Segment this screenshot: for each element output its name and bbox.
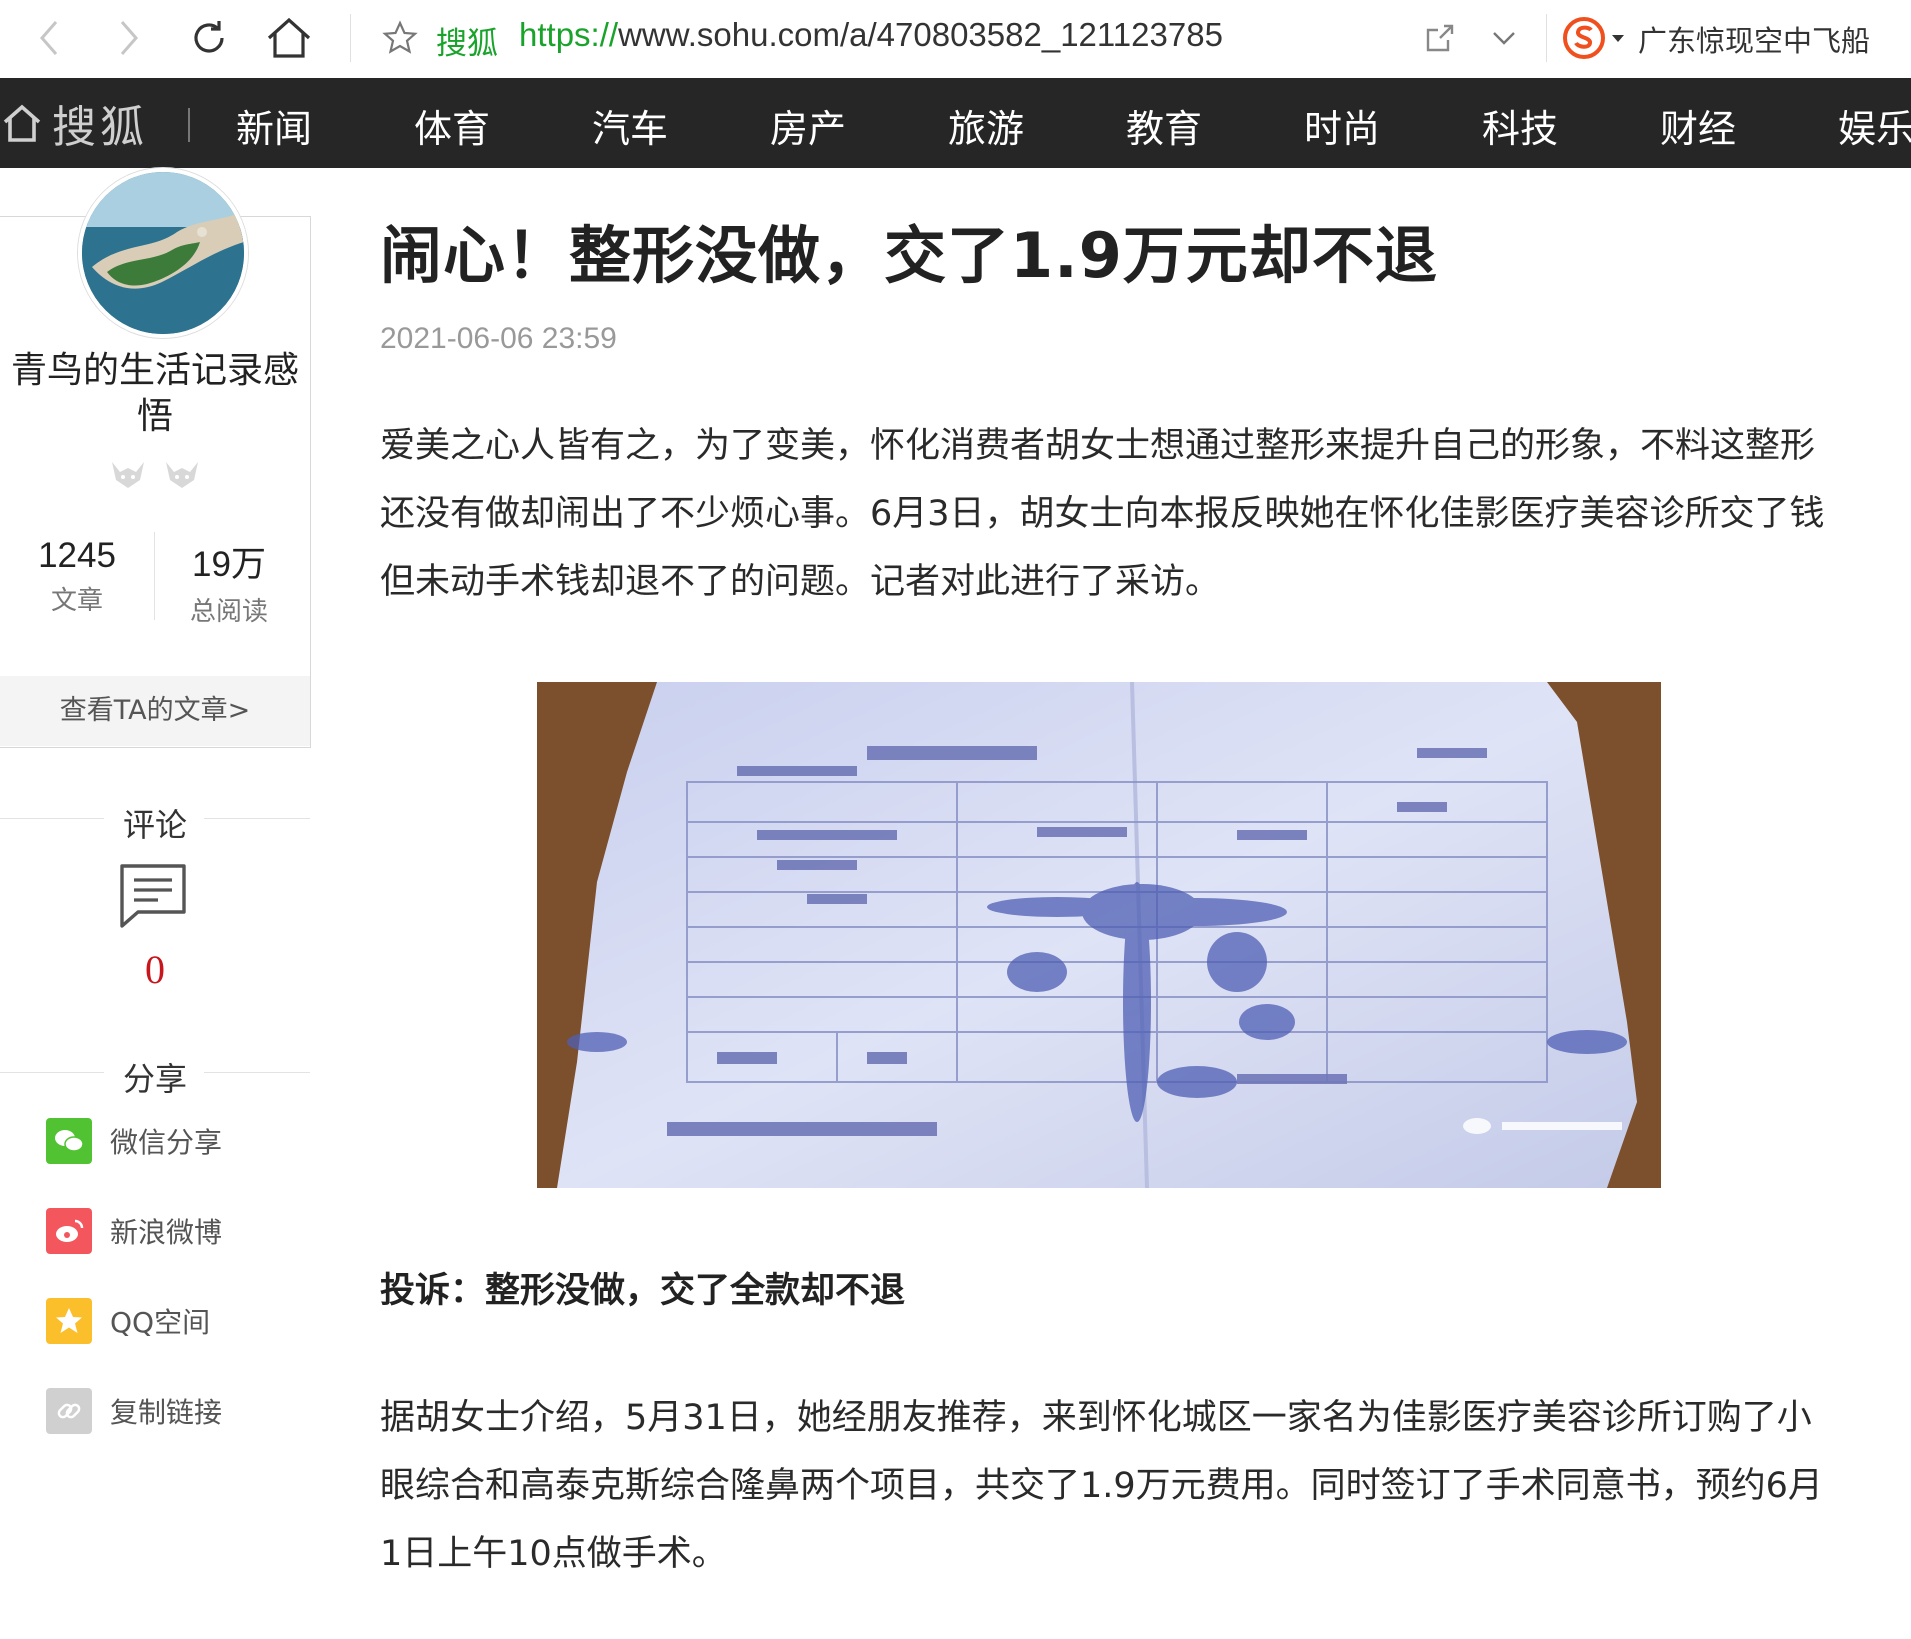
copy-link-label: 复制链接 — [110, 1396, 223, 1429]
home-icon — [267, 17, 311, 58]
comment-count: 0 — [145, 947, 165, 992]
avatar-image — [82, 172, 244, 334]
reload-icon — [194, 21, 224, 53]
article-paragraph: 据胡女士介绍，5月31日，她经朋友推荐，来到怀化城区一家名为佳影医疗美容诊所订购… — [380, 1398, 1823, 1574]
address-site-name: 搜狐 — [436, 26, 498, 62]
search-engine-selector[interactable] — [1562, 14, 1634, 62]
url-path: www.sohu.com/a/470803582_121123785 — [618, 16, 1223, 53]
receipt-illustration — [537, 682, 1661, 1188]
copy-link-button[interactable]: 复制链接 — [46, 1388, 222, 1434]
article-title: 闹心！整形没做，交了1.9万元却不退 — [380, 219, 1438, 292]
nav-item-education[interactable]: 教育 — [1126, 98, 1202, 153]
back-button[interactable] — [26, 10, 72, 66]
nav-item-finance[interactable]: 财经 — [1660, 98, 1736, 153]
sogou-logo-icon — [1563, 17, 1605, 59]
view-articles-link[interactable]: 查看TA的文章> — [0, 676, 310, 746]
comment-button[interactable] — [118, 862, 188, 934]
article-date: 2021-06-06 23:59 — [380, 322, 617, 355]
fox-badge-icon — [112, 462, 144, 488]
home-icon — [3, 104, 41, 142]
home-button[interactable] — [262, 10, 316, 66]
site-nav-bar: 搜狐 新闻 体育 汽车 房产 旅游 教育 时尚 科技 财经 娱乐 — [0, 78, 1911, 168]
share-qzone-label: QQ空间 — [110, 1306, 211, 1339]
articles-count: 1245 — [38, 536, 116, 575]
chevron-down-icon — [1493, 32, 1515, 45]
qzone-star-icon — [46, 1298, 92, 1344]
share-arrow-icon — [1426, 24, 1454, 52]
chevron-right-icon — [120, 21, 138, 55]
nav-item-sports[interactable]: 体育 — [414, 98, 490, 153]
caret-down-icon — [1612, 35, 1624, 42]
nav-item-travel[interactable]: 旅游 — [948, 98, 1024, 153]
article-paragraph: 爱美之心人皆有之，为了变美，怀化消费者胡女士想通过整形来提升自己的形象，不料这整… — [380, 426, 1825, 602]
reload-button[interactable] — [184, 10, 234, 66]
url-protocol: https:// — [519, 16, 619, 53]
share-wechat-label: 微信分享 — [110, 1126, 223, 1159]
nav-item-fashion[interactable]: 时尚 — [1304, 98, 1380, 153]
share-page-button[interactable] — [1420, 10, 1460, 66]
articles-label: 文章 — [50, 586, 103, 616]
bookmark-star-button[interactable] — [378, 10, 422, 66]
weibo-icon — [46, 1208, 92, 1254]
share-weibo-button[interactable]: 新浪微博 — [46, 1208, 222, 1254]
comment-title: 评论 — [122, 806, 187, 844]
share-title: 分享 — [122, 1060, 187, 1098]
share-weibo-label: 新浪微博 — [110, 1216, 223, 1249]
share-wechat-button[interactable]: 微信分享 — [46, 1118, 222, 1164]
nav-item-tech[interactable]: 科技 — [1482, 98, 1558, 153]
link-icon — [46, 1388, 92, 1434]
nav-item-entertainment[interactable]: 娱乐 — [1838, 98, 1911, 153]
toolbar-divider — [1546, 14, 1547, 62]
nav-divider — [188, 108, 190, 142]
star-icon — [382, 20, 418, 54]
toolbar-divider — [350, 14, 351, 62]
chevron-left-icon — [40, 21, 58, 55]
browser-toolbar: 搜狐 https://www.sohu.com/a/470803582_1211… — [0, 0, 1911, 79]
sohu-logo[interactable]: 搜狐 — [0, 96, 148, 153]
receipt-photo — [537, 682, 1661, 1188]
article-subheading: 投诉：整形没做，交了全款却不退 — [380, 1271, 906, 1311]
comment-icon — [120, 864, 186, 928]
wechat-icon — [46, 1118, 92, 1164]
nav-item-news[interactable]: 新闻 — [236, 98, 312, 153]
logo-text: 搜狐 — [52, 102, 148, 153]
author-badges — [108, 458, 202, 492]
search-input[interactable]: 广东惊现空中飞船 — [1638, 18, 1870, 60]
url-dropdown-button[interactable] — [1484, 10, 1524, 66]
stat-articles: 1245 文章 — [2, 536, 152, 617]
forward-button[interactable] — [106, 10, 152, 66]
reads-count: 19万 — [192, 545, 266, 584]
author-name[interactable]: 青鸟的生活记录感悟 — [0, 348, 310, 440]
author-avatar[interactable] — [78, 168, 248, 338]
nav-item-auto[interactable]: 汽车 — [592, 98, 668, 153]
share-qzone-button[interactable]: QQ空间 — [46, 1298, 210, 1344]
stat-reads: 19万 总阅读 — [154, 536, 304, 628]
address-url[interactable]: https://www.sohu.com/a/470803582_1211237… — [519, 16, 1223, 54]
nav-item-house[interactable]: 房产 — [770, 98, 846, 153]
reads-label: 总阅读 — [189, 597, 268, 627]
fox-badge-icon — [166, 462, 198, 488]
